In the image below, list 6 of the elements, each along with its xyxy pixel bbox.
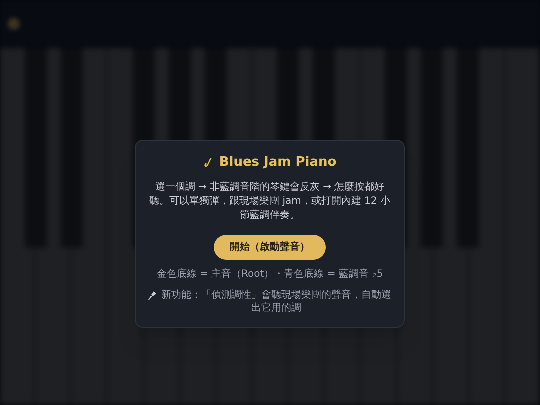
- feature-note: 新功能：「偵測調性」會聽現場樂團的聲音，自動選出它用的調: [161, 288, 392, 314]
- dialog-description: 選一個調 → 非藍調音階的琴鍵會反灰 → 怎麼按都好聽。可以單獨彈，跟現場樂團 jam，或打開內建 12 小節藍調伴奏。: [148, 180, 392, 222]
- start-button[interactable]: 開始（啟動聲音）: [214, 234, 326, 260]
- legend-text: 金色底線 = 主音（Root）・青色底線 = 藍調音 ♭5: [156, 268, 384, 280]
- microphone-icon: [148, 290, 157, 300]
- dialog-title: Blues Jam Piano: [219, 154, 337, 172]
